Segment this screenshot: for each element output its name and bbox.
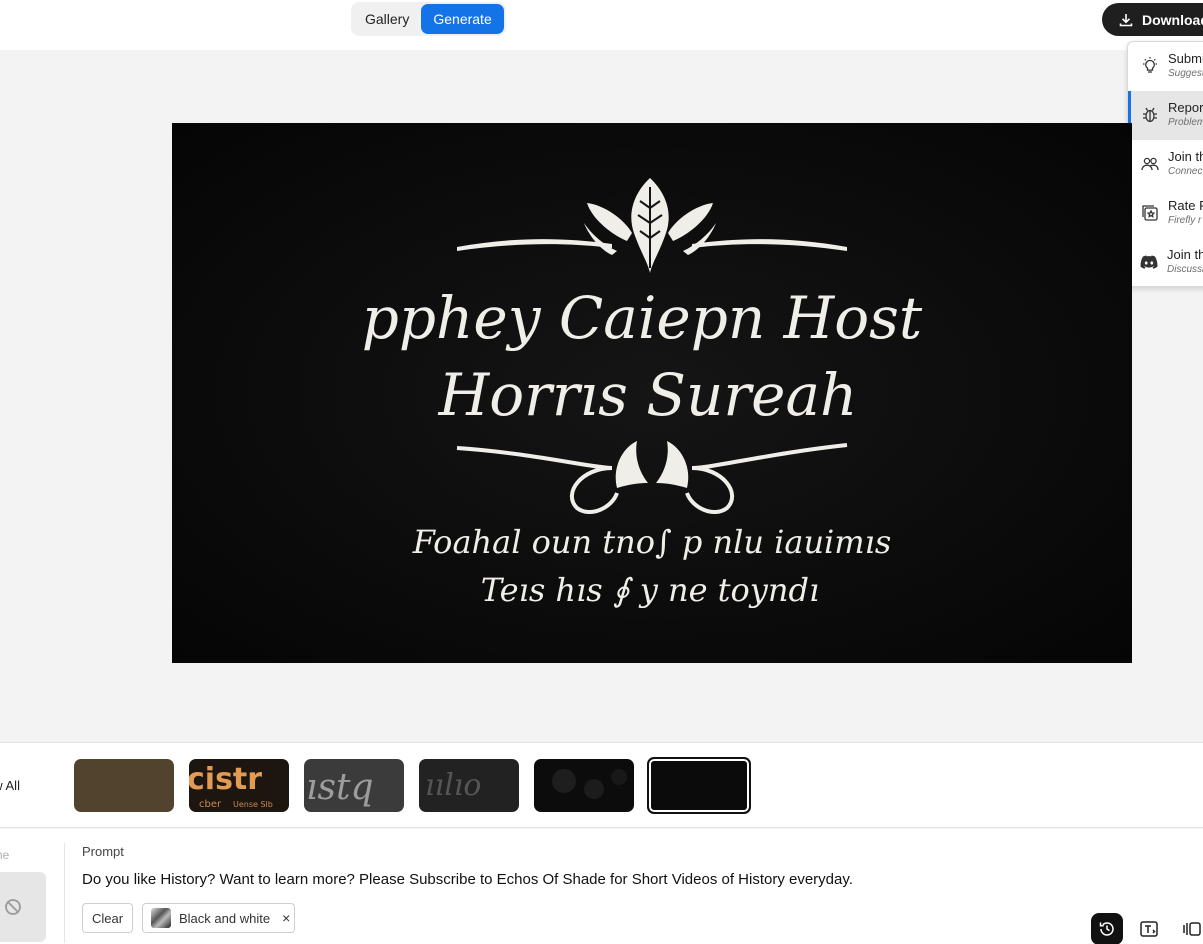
- view-all-link[interactable]: ew All: [0, 778, 20, 793]
- discord-icon: [1140, 255, 1158, 269]
- menu-item-title: Repor: [1168, 100, 1203, 115]
- media-button[interactable]: [1175, 913, 1203, 944]
- tab-generate[interactable]: Generate: [421, 4, 504, 34]
- download-button[interactable]: Download: [1102, 3, 1203, 36]
- text-effects-icon: [1140, 921, 1158, 937]
- menu-item-rate[interactable]: Rate F Firefly r: [1128, 189, 1203, 238]
- prompt-label: Prompt: [82, 844, 124, 859]
- menu-item-title: Rate F: [1168, 198, 1203, 213]
- thumb-black[interactable]: [647, 757, 751, 814]
- prohibited-icon: [5, 899, 21, 915]
- thumb-cistro-art: cistr cber Uense Slb: [189, 762, 273, 810]
- history-icon: [1099, 922, 1114, 936]
- thumb-black-blotch[interactable]: [534, 759, 634, 812]
- bug-icon: [1143, 107, 1157, 123]
- thumb-cistro-subcaption: cber: [199, 799, 222, 810]
- thumb-script-gray-art: ıstq: [306, 767, 374, 808]
- thumb-black-blotch-art: [552, 769, 627, 799]
- menu-item-subtitle: Suggest: [1168, 68, 1203, 79]
- thumb-cistro[interactable]: cistr cber Uense Slb: [189, 759, 289, 812]
- style-chip[interactable]: Black and white ×: [142, 903, 295, 933]
- thumb-script-gray[interactable]: ıstq: [304, 759, 404, 812]
- thumb-script-dark[interactable]: ıılıo: [419, 759, 519, 812]
- thumb-cistro-caption: cistr: [189, 762, 262, 797]
- menu-item-submit[interactable]: Submi Suggest: [1128, 42, 1203, 91]
- divider: [64, 843, 65, 943]
- tab-gallery[interactable]: Gallery: [353, 4, 421, 34]
- top-bar: Gallery Generate Download: [0, 0, 1203, 50]
- no-style-tile[interactable]: [0, 872, 46, 942]
- image-text-line-2: Horrıs Sureah: [438, 361, 858, 429]
- style-label: ne: [0, 848, 10, 862]
- thumb-script-gray-caption: ıstq: [306, 767, 374, 808]
- media-icon: [1183, 922, 1201, 936]
- mode-switcher: Gallery Generate: [351, 2, 506, 36]
- close-icon[interactable]: ×: [282, 910, 290, 926]
- generated-image[interactable]: pphey Caiepn Host Horrıs Sureah Foahal o…: [172, 123, 1132, 663]
- menu-item-subtitle: Problem: [1168, 117, 1203, 128]
- thumb-cistro-subcaption-2: Uense Slb: [233, 800, 273, 809]
- thumb-brown[interactable]: [74, 759, 174, 812]
- style-chip-label: Black and white: [179, 910, 271, 926]
- menu-item-title: Submi: [1168, 51, 1203, 66]
- text-effects-button[interactable]: [1133, 913, 1165, 944]
- image-text-line-3: Foahal oun tno∫ p nlu iauimıs: [412, 523, 892, 561]
- menu-item-report[interactable]: Repor Problem: [1128, 91, 1203, 140]
- thumb-script-dark-caption: ıılıo: [425, 768, 481, 803]
- prompt-input[interactable]: Do you like History? Want to learn more?…: [82, 871, 853, 888]
- clear-button[interactable]: Clear: [82, 903, 133, 933]
- help-menu: Submi Suggest Repor Problem Join th Conn…: [1127, 41, 1203, 287]
- menu-item-subtitle: Discussi: [1167, 264, 1203, 275]
- download-label: Download: [1142, 11, 1203, 28]
- generated-image-art: pphey Caiepn Host Horrıs Sureah Foahal o…: [172, 123, 1132, 663]
- thumbnail-strip: ew All cistr cber Uense Slb ıstq ıılıo: [0, 742, 1203, 828]
- image-text-line-4: Teıs hıs ∮ y ne toyndı: [481, 571, 819, 609]
- menu-item-title: Join th: [1167, 247, 1203, 262]
- menu-item-title: Join th: [1168, 149, 1203, 164]
- style-chip-thumbnail: [151, 908, 171, 928]
- image-text-line-1: pphey Caiepn Host: [362, 284, 923, 352]
- prompt-panel: ne Prompt Do you like History? Want to l…: [0, 829, 1203, 944]
- thumb-script-dark-art: ıılıo: [425, 768, 481, 803]
- lightbulb-icon: [1143, 57, 1157, 73]
- menu-item-join-community[interactable]: Join th Connec: [1128, 140, 1203, 189]
- menu-item-discord[interactable]: Join th Discussi: [1128, 238, 1203, 286]
- menu-item-subtitle: Connec: [1168, 166, 1203, 177]
- community-icon: [1141, 157, 1159, 171]
- menu-item-subtitle: Firefly r: [1168, 215, 1202, 226]
- download-icon: [1119, 13, 1133, 26]
- history-button[interactable]: [1091, 913, 1123, 944]
- star-badge-icon: [1142, 205, 1158, 221]
